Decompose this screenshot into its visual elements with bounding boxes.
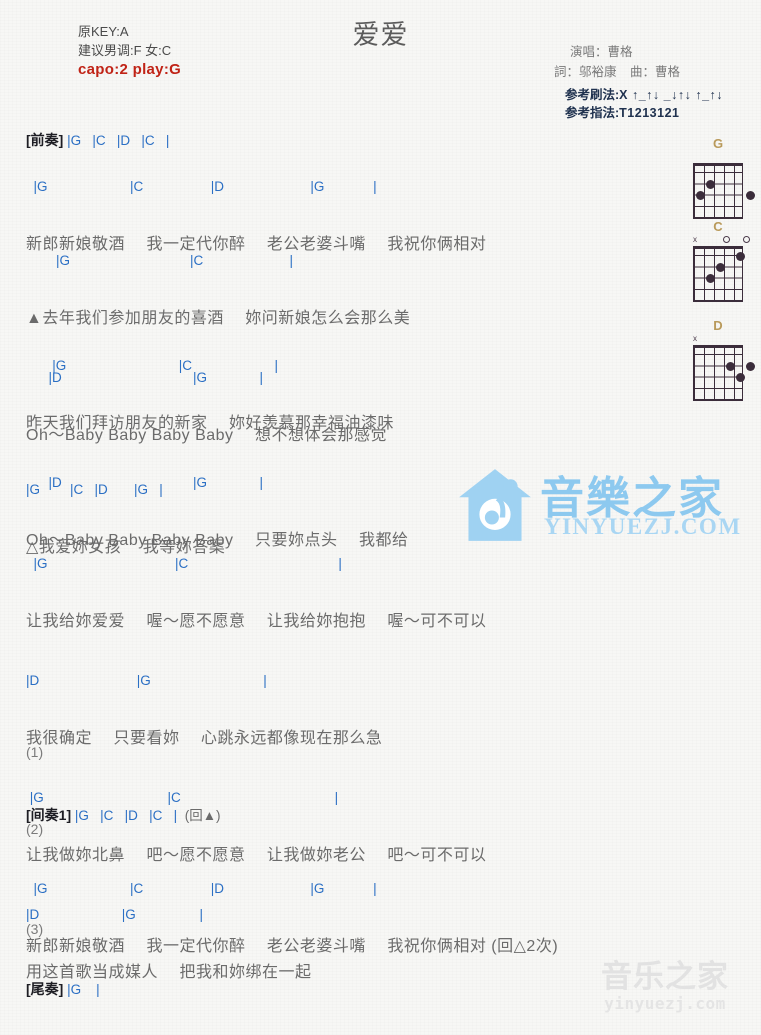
chorus-line3-chords: |D |G | — [26, 673, 267, 688]
verse3-line1-chords: |G |C | — [26, 358, 279, 373]
chorus-line2-lyrics: 让我给妳爱爱 喔～愿不愿意 让我给妳抱抱 喔～可不可以 — [26, 613, 487, 630]
strum-pattern-row: 参考刷法:X ↑_↑↓ _↓↑↓ ↑_↑↓ — [565, 86, 723, 104]
fretboard-grid — [692, 344, 755, 401]
chord-diagram-g: G — [681, 136, 755, 219]
nut-line — [692, 245, 744, 249]
chord-diagram-d-open-markers: x — [690, 334, 746, 345]
chord-diagram-d-name: D — [713, 318, 723, 333]
finger-dot — [745, 191, 755, 200]
nut-line — [692, 162, 744, 166]
chord-diagram-g-name: G — [712, 136, 724, 151]
credits-block: 演唱：曹格 詞：邬裕康 曲：曹格 — [548, 42, 733, 82]
suggested-key: 建议男调:F 女:C — [78, 43, 172, 58]
pattern-block: 参考刷法:X ↑_↑↓ _↓↑↓ ↑_↑↓ 参考指法:T1213121 — [565, 86, 723, 122]
nut-line — [692, 344, 744, 348]
verse4-chords: |G |C |D |G | — [26, 881, 377, 896]
interlude-line: [间奏1] |G |C |D |C | (回▲) — [26, 806, 221, 825]
pick-pattern-row: 参考指法:T1213121 — [565, 104, 723, 122]
capo-play-key: capo:2 play:G — [78, 61, 182, 78]
finger-dot — [695, 191, 705, 200]
finger-dot — [705, 180, 715, 189]
finger-dot — [705, 274, 715, 283]
muted-string-marker: x — [693, 334, 697, 343]
mark-2: (2) — [26, 821, 44, 837]
interlude-chords: |G |C |D |C | — [74, 808, 178, 823]
watermark-center-text: 音樂之家 — [540, 473, 724, 524]
chorus-line2-chords: |G |C | — [26, 556, 342, 571]
chord-diagram-d-grid: x — [690, 334, 755, 401]
interlude-repeat: (回▲) — [184, 808, 221, 823]
outro-tag: [尾奏] — [26, 981, 64, 997]
watermark-bottom-text: 音乐之家 — [601, 959, 729, 995]
strum-pattern-label: 参考刷法: — [565, 88, 620, 102]
credit-lyricist: 詞：邬裕康 — [554, 65, 617, 79]
verse4-line: 新郎新娘敬酒 我一定代你醉 老公老婆斗嘴 我祝你俩相对 (回△2次) — [26, 934, 558, 960]
chord-diagram-d: D x — [681, 318, 755, 401]
finger-dot — [735, 373, 745, 382]
credit-composer: 曲：曹格 — [630, 65, 681, 79]
pick-pattern-label: 参考指法: — [565, 106, 620, 120]
chord-diagram-c-name: C — [713, 219, 723, 234]
verse2-line1-chords: |G |C | — [26, 253, 294, 268]
mark-1: (1) — [26, 744, 44, 760]
muted-string-marker: x — [693, 235, 697, 244]
mark-3: (3) — [26, 921, 44, 937]
chord-diagram-c-grid: x — [690, 235, 750, 302]
verse1-chords: |G |C |D |G | — [26, 179, 377, 194]
chord-diagram-g-open-markers — [690, 152, 746, 163]
watermark-center: 音樂之家 YINYUEZJ.COM — [452, 452, 752, 562]
finger-dot — [745, 362, 755, 371]
finger-dot — [735, 252, 745, 261]
outro-line: [尾奏] |G | — [26, 980, 100, 999]
outro-chords: |G | — [67, 982, 100, 997]
fretboard-grid — [692, 162, 755, 219]
key-info-block: 原KEY:A 建议男调:F 女:C capo:2 play:G — [78, 22, 181, 79]
original-key: 原KEY:A — [78, 24, 129, 39]
section-outro: [尾奏] |G | — [26, 944, 100, 1035]
fretboard-grid — [692, 245, 745, 302]
section-verse4: |G |C |D |G | 新郎新娘敬酒 我一定代你醉 老公老婆斗嘴 我祝你俩相… — [26, 843, 558, 996]
watermark-center-url: YINYUEZJ.COM — [544, 514, 742, 539]
finger-dot — [725, 362, 735, 371]
chord-sheet: 爱爱 原KEY:A 建议男调:F 女:C capo:2 play:G 演唱：曹格… — [0, 0, 761, 1023]
open-string-marker — [742, 236, 750, 243]
pick-pattern-value: T1213121 — [619, 106, 680, 120]
chorus-line3-lyrics: 我很确定 只要看妳 心跳永远都像现在那么急 — [26, 730, 383, 747]
strum-pattern-value: X ↑_↑↓ _↓↑↓ ↑_↑↓ — [619, 88, 724, 102]
chord-diagram-c-open-markers: x — [690, 235, 750, 246]
chorus-line1-chords: |G |C |D |G | — [26, 482, 163, 497]
watermark-bottom: 音乐之家 yinyuezj.com — [580, 960, 750, 1020]
chord-diagram-g-grid — [690, 152, 755, 219]
credit-singer: 演唱：曹格 — [570, 45, 633, 59]
chord-diagram-c: C x — [681, 219, 755, 302]
open-string-marker — [722, 236, 730, 243]
verse3-line1-lyrics: 昨天我们拜访朋友的新家 妳好羡慕那幸福油漆味 — [26, 415, 394, 432]
verse4-repeat: (回△2次) — [486, 938, 559, 955]
finger-dot — [715, 263, 725, 272]
watermark-bottom-url: yinyuezj.com — [604, 994, 726, 1013]
